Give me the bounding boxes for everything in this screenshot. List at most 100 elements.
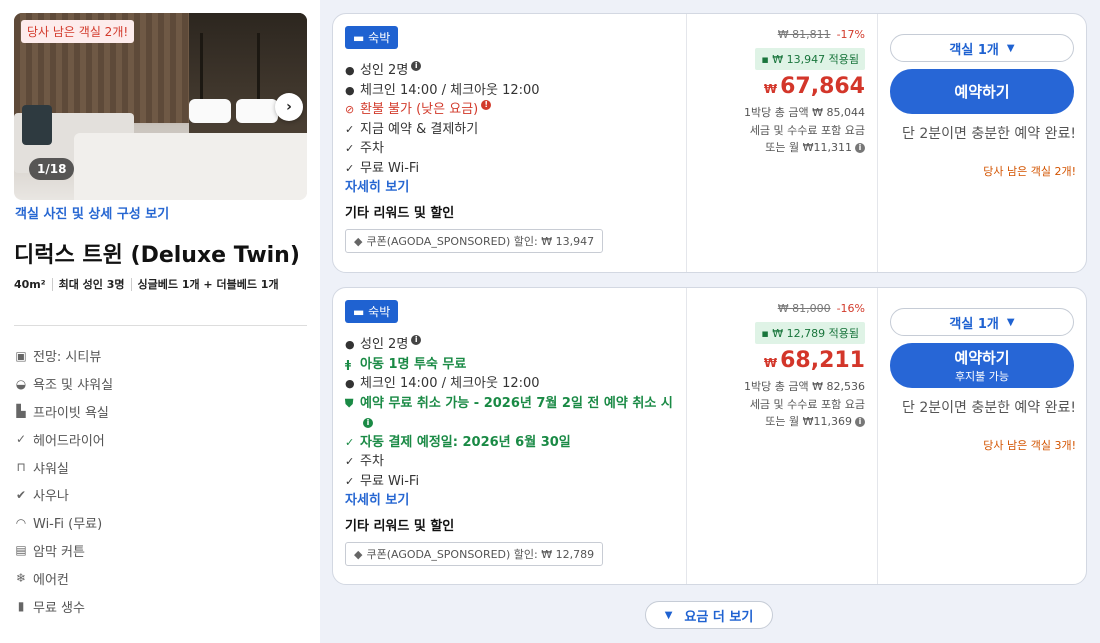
wifi-icon: ◠ xyxy=(15,515,27,530)
checkin-line: ● 체크인 14:00 / 체크아웃 12:00 xyxy=(345,81,674,101)
child-text: 아동 1명 투숙 무료 xyxy=(360,356,467,372)
auto-pay-line: ✓ 자동 결제 예정일: 2026년 6월 30일 xyxy=(345,433,674,453)
booking-column: 객실 1개 ▼ 예약하기 단 2분이면 충분한 예약 완료! 당사 남은 객실 2… xyxy=(878,14,1088,272)
amenity-item: ◠ Wi-Fi (무료) xyxy=(14,509,113,537)
amenity-label: 사우나 xyxy=(33,489,69,505)
person-icon: ● xyxy=(345,83,355,97)
current-price: ₩68,211 xyxy=(764,348,865,373)
qty-label: 객실 1개 xyxy=(949,42,999,58)
rooms-left-text: 당사 남은 객실 3개! xyxy=(983,439,1076,452)
original-price: ₩ 81,000 -16% xyxy=(778,302,865,315)
check-icon: ✓ xyxy=(15,432,27,447)
photo-chair xyxy=(22,105,52,145)
book-button[interactable]: 예약하기 xyxy=(890,69,1074,114)
offer-card: ▬ 숙박 ● 성인 2명 i ● 체크인 14:00 / 체크아웃 12:00 ⊘ 환불… xyxy=(332,13,1087,273)
wifi-line: ✓ 무료 Wi-Fi xyxy=(345,472,674,492)
hurry-text: 단 2분이면 충분한 예약 완료! xyxy=(902,400,1076,416)
divider xyxy=(14,325,307,326)
shower-icon: ⊓ xyxy=(16,460,26,475)
room-beds: 싱글베드 1개 + 더블베드 1개 xyxy=(137,278,279,291)
book-label: 예약하기 xyxy=(954,349,1010,367)
price-column: ₩ 81,811 -17% ▪ ₩ 13,947 적용됨 ₩67,864 1박당 … xyxy=(686,14,878,272)
room-size: 40m² xyxy=(14,278,53,291)
coupon-applied-badge: ▪ ₩ 12,789 적용됨 xyxy=(755,322,865,344)
amenity-item: ▮ 무료 생수 xyxy=(14,592,113,620)
coupon-text: 쿠폰(AGODA_SPONSORED) 할인: ₩ 12,789 xyxy=(366,548,595,561)
person-icon: ● xyxy=(345,64,355,77)
amenity-label: 에어컨 xyxy=(33,572,69,588)
amenity-label: 샤워실 xyxy=(33,461,69,477)
discount-percent: -17% xyxy=(836,28,865,41)
person-icon: ● xyxy=(345,338,355,351)
stay-badge-label: 숙박 xyxy=(368,31,391,45)
price-column: ₩ 81,000 -16% ▪ ₩ 12,789 적용됨 ₩68,211 1박당 … xyxy=(686,288,878,584)
amenity-list: ▣ 전망: 시티뷰 ◒ 욕조 및 샤워실 ▙ 프라이빗 욕실 ✓ 헤어드라이어 ⊓ 샤워실… xyxy=(14,342,113,620)
stay-badge: ▬ 숙박 xyxy=(345,26,399,49)
next-photo-button[interactable]: › xyxy=(275,93,303,121)
room-specs: 40m² 최대 성인 3명 싱글베드 1개 + 더블베드 1개 xyxy=(14,276,304,293)
info-icon[interactable]: ! xyxy=(481,100,492,110)
person-icon: ● xyxy=(345,377,355,390)
room-qty-select[interactable]: 객실 1개 ▼ xyxy=(890,34,1074,62)
info-icon[interactable]: i xyxy=(363,417,373,428)
chevron-down-icon: ▼ xyxy=(664,609,673,621)
free-cancel-label: 예약 무료 취소 가능 - 2026년 7월 2일 전 예약 취소 시 xyxy=(360,395,673,411)
amenity-item: ❄ 에어컨 xyxy=(14,564,113,592)
price-notes: 1박당 총 금액 ₩ 85,044 세금 및 수수료 포함 요금 또는 월 ₩1… xyxy=(744,104,865,157)
monthly-note: 또는 월 ₩11,369 xyxy=(765,415,852,428)
child-icon: ǂ xyxy=(345,357,351,371)
amenity-label: Wi-Fi (무료) xyxy=(33,517,103,533)
details-link[interactable]: 자세히 보기 xyxy=(345,178,674,197)
photo-details-link[interactable]: 객실 사진 및 상세 구성 보기 xyxy=(15,203,169,222)
info-icon[interactable]: i xyxy=(411,335,422,345)
scarcity-badge: 당사 남은 객실 2개! xyxy=(21,20,135,43)
offer-card: ▬ 숙박 ● 성인 2명 i ǂ 아동 1명 투숙 무료 ● 체크인 14:00 / 체… xyxy=(332,287,1087,585)
amenity-label: 프라이빗 욕실 xyxy=(33,405,109,421)
book-button[interactable]: 예약하기 후지불 가능 xyxy=(890,343,1074,388)
parking-line: ✓ 주차 xyxy=(345,139,674,159)
wifi-text: 무료 Wi-Fi xyxy=(360,160,420,176)
room-panel: 당사 남은 객실 2개! › 1/18 객실 사진 및 상세 구성 보기 디럭스… xyxy=(0,0,320,643)
photo-pillow xyxy=(236,99,278,123)
bathtub-icon: ◒ xyxy=(15,376,27,391)
offer-conditions: ▬ 숙박 ● 성인 2명 i ● 체크인 14:00 / 체크아웃 12:00 ⊘ 환불… xyxy=(333,14,686,272)
extra-rewards-title: 기타 리워드 및 할인 xyxy=(345,519,455,534)
room-qty-select[interactable]: 객실 1개 ▼ xyxy=(890,308,1074,336)
booking-column: 객실 1개 ▼ 예약하기 후지불 가능 단 2분이면 충분한 예약 완료! 당사 남… xyxy=(878,288,1088,584)
info-icon[interactable]: i xyxy=(855,143,865,153)
amenity-item: ◒ 욕조 및 샤워실 xyxy=(14,370,113,398)
currency-symbol: ₩ xyxy=(763,356,778,370)
snowflake-icon: ❄ xyxy=(15,571,27,586)
monthly-note: 또는 월 ₩11,311 xyxy=(765,141,852,154)
child-line: ǂ 아동 1명 투숙 무료 xyxy=(345,355,674,375)
rooms-left-text: 당사 남은 객실 2개! xyxy=(983,165,1076,178)
free-cancel-text: 예약 무료 취소 가능 - 2026년 7월 2일 전 예약 취소 시 i xyxy=(360,394,674,433)
parking-text: 주차 xyxy=(360,141,384,156)
curtain-icon: ▤ xyxy=(15,543,27,558)
wifi-text: 무료 Wi-Fi xyxy=(360,473,420,489)
pay-now-line: ✓ 지금 예약 & 결제하기 xyxy=(345,120,674,140)
check-icon: ✓ xyxy=(345,161,355,175)
checkin-text: 체크인 14:00 / 체크아웃 12:00 xyxy=(360,376,540,391)
adults-text: 성인 2명 xyxy=(360,63,409,78)
adults-line: ● 성인 2명 i xyxy=(345,335,674,355)
strikethrough-price: ₩ 81,000 xyxy=(777,302,831,315)
info-icon[interactable]: i xyxy=(411,61,422,71)
refund-line: ⊘ 환불 불가 (낮은 요금)! xyxy=(345,100,674,120)
bottle-icon: ▮ xyxy=(17,599,25,614)
photo-window-bars xyxy=(200,33,260,103)
amenity-item: ▣ 전망: 시티뷰 xyxy=(14,342,113,370)
applied-text: ₩ 13,947 적용됨 xyxy=(772,53,859,66)
book-label: 예약하기 xyxy=(954,83,1010,101)
amenity-label: 욕조 및 샤워실 xyxy=(33,378,114,394)
strikethrough-price: ₩ 81,811 xyxy=(777,28,831,41)
photo-bed-large xyxy=(74,133,307,200)
total-per-night: 1박당 총 금액 ₩ 85,044 xyxy=(744,106,865,119)
wifi-line: ✓ 무료 Wi-Fi xyxy=(345,159,674,179)
info-icon[interactable]: i xyxy=(855,417,865,427)
stay-badge: ▬ 숙박 xyxy=(345,300,399,323)
coupon-applied-badge: ▪ ₩ 13,947 적용됨 xyxy=(755,48,865,70)
more-rates-button[interactable]: ▼ 요금 더 보기 xyxy=(645,601,773,629)
bed-icon: ▬ xyxy=(353,31,369,45)
details-link[interactable]: 자세히 보기 xyxy=(345,491,674,510)
